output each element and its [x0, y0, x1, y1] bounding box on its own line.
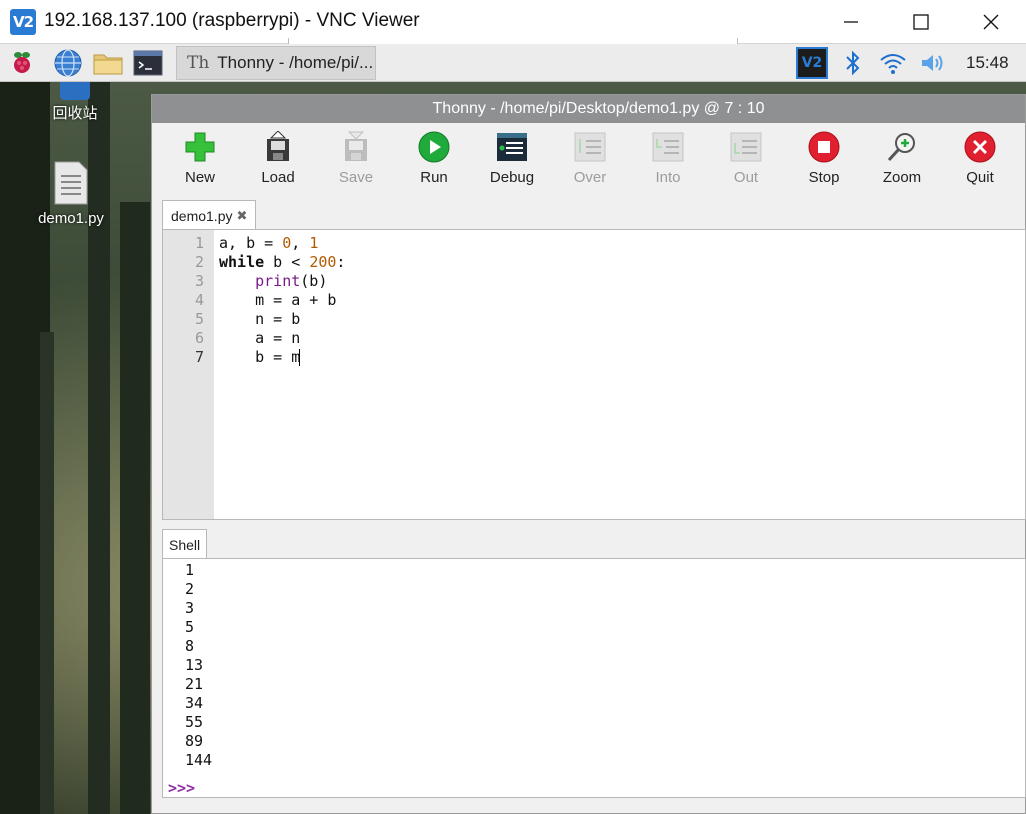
desktop-icon-demo1[interactable]: demo1.py	[30, 160, 112, 227]
minimize-icon	[844, 21, 858, 23]
zoom-button[interactable]: Zoom	[863, 131, 941, 193]
step-out-button-label: Out	[733, 169, 759, 186]
maximize-button[interactable]	[886, 0, 956, 44]
stop-button-label: Stop	[808, 169, 840, 186]
line-number: 1	[194, 234, 204, 252]
vnc-window-title: 192.168.137.100 (raspberrypi) - VNC View…	[44, 10, 420, 31]
shell-output-line: 1	[185, 561, 195, 579]
load-button-label: Load	[261, 169, 295, 186]
stop-button[interactable]: Stop	[785, 131, 863, 193]
shell-output-line: 55	[185, 713, 204, 731]
step-into-button[interactable]: Into	[629, 131, 707, 193]
line-number-gutter: 1 2 3 4 5 6 7	[163, 230, 214, 519]
shell-output-line: 3	[185, 599, 195, 617]
quit-icon	[964, 131, 996, 163]
minimize-button[interactable]	[816, 0, 886, 44]
code-line: m = a + b	[219, 291, 337, 309]
debug-button[interactable]: Debug	[473, 131, 551, 193]
bluetooth-icon[interactable]	[838, 48, 868, 78]
run-button-label: Run	[420, 169, 448, 186]
shell-output-line: 144	[185, 751, 213, 769]
shell-output-line: 2	[185, 580, 195, 598]
code-line: n = b	[219, 310, 301, 328]
run-icon	[418, 131, 450, 163]
text-cursor	[299, 349, 301, 366]
clock: 15:48	[966, 53, 1009, 72]
code-editor[interactable]: 1 2 3 4 5 6 7 a, b = 0, 1 while b < 200:…	[162, 229, 1026, 520]
line-number-current: 7	[194, 348, 204, 366]
shell-output-line: 5	[185, 618, 195, 636]
line-number: 4	[194, 291, 204, 309]
raspberry-menu-icon[interactable]	[6, 48, 38, 78]
zoom-icon	[887, 133, 915, 162]
text-file-icon	[54, 161, 88, 205]
shell-output-line: 34	[185, 694, 204, 712]
vnc-titlebar: V2 192.168.137.100 (raspberrypi) - VNC V…	[0, 0, 1026, 48]
shell-output: 1 2 3 5 8 13 21 34 55 89 144	[185, 561, 212, 770]
line-number: 6	[194, 329, 204, 347]
shell-output-line: 8	[185, 637, 195, 655]
tab-close-icon[interactable]: ✖	[236, 208, 247, 224]
code-line: a = n	[219, 329, 301, 347]
terminal-icon[interactable]	[132, 48, 164, 78]
shell-output-line: 13	[185, 656, 204, 674]
close-button[interactable]	[956, 0, 1026, 44]
code-line: print(b)	[255, 272, 328, 290]
save-icon	[345, 131, 367, 161]
new-button-label: New	[184, 169, 215, 186]
line-number: 3	[194, 272, 204, 290]
tab-shell[interactable]: Shell	[162, 529, 208, 559]
quit-button[interactable]: Quit	[941, 131, 1019, 193]
raspberry-pi-panel: Th Thonny - /home/pi/... V2 15:48	[0, 44, 1026, 82]
debug-icon	[497, 133, 527, 161]
vnc-logo-icon: V2	[10, 9, 36, 35]
tab-demo1[interactable]: demo1.py ✖	[162, 200, 257, 230]
step-over-button[interactable]: Over	[551, 131, 629, 193]
code-area[interactable]: a, b = 0, 1 while b < 200: print(b) m = …	[219, 234, 345, 367]
run-button[interactable]: Run	[395, 131, 473, 193]
step-over-button-label: Over	[573, 169, 607, 186]
code-line: a, b = 0, 1	[219, 234, 319, 252]
line-number: 5	[194, 310, 204, 328]
load-button[interactable]: Load	[239, 131, 317, 193]
desktop-icon-trash-label: 回收站	[52, 105, 98, 122]
step-out-button[interactable]: Out	[707, 131, 785, 193]
code-line-current: b = m	[219, 348, 301, 366]
step-over-icon	[574, 132, 606, 162]
step-into-icon	[652, 132, 684, 162]
line-number: 2	[194, 253, 204, 271]
thonny-app-icon: Th	[187, 53, 210, 73]
wifi-icon[interactable]	[878, 48, 908, 78]
tab-demo1-label: demo1.py	[171, 207, 233, 224]
taskbar-thonny-label: Thonny - /home/pi/...	[217, 53, 374, 72]
close-icon	[983, 14, 999, 30]
quit-button-label: Quit	[966, 169, 994, 186]
new-button[interactable]: New	[161, 131, 239, 193]
shell-prompt[interactable]: >>>	[168, 779, 195, 797]
debug-button-label: Debug	[489, 169, 535, 186]
stop-icon	[808, 131, 840, 163]
new-icon	[185, 132, 215, 162]
vnc-tray-icon[interactable]: V2	[796, 47, 828, 79]
globe-icon[interactable]	[52, 48, 84, 78]
code-line: while b < 200:	[219, 253, 346, 271]
shell-output-line: 89	[185, 732, 204, 750]
step-out-icon	[730, 132, 762, 162]
load-icon	[267, 131, 289, 161]
shell-output-line: 21	[185, 675, 204, 693]
shell-panel[interactable]: 1 2 3 5 8 13 21 34 55 89 144 >>>	[162, 558, 1026, 798]
thonny-window: Thonny - /home/pi/Desktop/demo1.py @ 7 :…	[151, 94, 1026, 814]
desktop-icon-demo1-label: demo1.py	[38, 210, 104, 227]
save-button-label: Save	[338, 169, 374, 186]
save-button[interactable]: Save	[317, 131, 395, 193]
trash-icon	[60, 82, 90, 100]
desktop-icon-trash[interactable]: 回收站	[40, 82, 110, 123]
folder-icon[interactable]	[92, 48, 124, 78]
volume-icon[interactable]	[918, 48, 948, 78]
maximize-icon	[913, 14, 929, 30]
zoom-button-label: Zoom	[882, 169, 922, 186]
taskbar-thonny[interactable]: Th Thonny - /home/pi/...	[176, 46, 376, 80]
step-into-button-label: Into	[655, 169, 681, 186]
thonny-titlebar[interactable]: Thonny - /home/pi/Desktop/demo1.py @ 7 :…	[152, 95, 1025, 123]
